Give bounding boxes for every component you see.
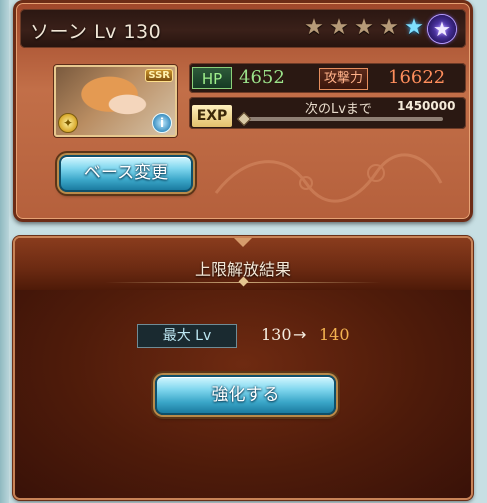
- enhance-button[interactable]: 強化する: [155, 375, 336, 415]
- header-ornament-icon: [233, 238, 253, 247]
- decorative-swirl: [214, 153, 443, 203]
- level-before: 130: [261, 325, 292, 344]
- info-icon[interactable]: i: [152, 113, 172, 133]
- exp-next-label: 次のLvまで: [305, 102, 372, 117]
- base-change-button[interactable]: ベース変更: [59, 155, 193, 192]
- character-card: ソーン Lv 130 ★ ★ ★ ★ ★ ★ SSR ✦ i HP 4652 攻…: [13, 0, 473, 222]
- exp-label: EXP: [192, 105, 232, 127]
- dialog-header: 上限解放結果: [15, 238, 471, 290]
- dialog-body: 最大 Lv 130 → 140 強化する: [15, 290, 471, 498]
- hp-value: 4652: [239, 67, 285, 88]
- level-after: 140: [319, 325, 350, 344]
- stat-panel: HP 4652 攻撃力 16622: [189, 63, 466, 93]
- exp-next-value: 1450000: [397, 99, 456, 113]
- purple-star-badge-icon: ★: [428, 15, 456, 43]
- attack-label: 攻撃力: [319, 68, 369, 90]
- star-icon: ★: [354, 15, 374, 40]
- attack-value: 16622: [388, 67, 446, 88]
- character-title-bar: ソーン Lv 130 ★ ★ ★ ★ ★ ★: [20, 9, 466, 48]
- character-name-level: ソーン Lv 130: [30, 21, 162, 43]
- uncap-stars: ★ ★ ★ ★ ★ ★: [303, 15, 456, 43]
- light-element-icon: ✦: [58, 113, 78, 133]
- left-edge-strip: [0, 0, 9, 503]
- right-arrow-icon: →: [293, 325, 307, 344]
- hp-label: HP: [192, 67, 232, 89]
- star-icon: ★: [304, 15, 324, 40]
- exp-progress-bar: [245, 117, 443, 121]
- blue-star-icon: ★: [404, 15, 424, 40]
- max-level-label: 最大 Lv: [137, 324, 237, 348]
- limit-break-result-dialog: 上限解放結果 最大 Lv 130 → 140 強化する: [13, 236, 473, 500]
- exp-panel: EXP 次のLvまで 1450000: [189, 97, 466, 129]
- character-portrait[interactable]: SSR ✦ i: [54, 65, 177, 137]
- star-icon: ★: [379, 15, 399, 40]
- exp-bar-knob-icon: [236, 111, 252, 127]
- ssr-rarity-badge: SSR: [145, 69, 173, 82]
- star-icon: ★: [329, 15, 349, 40]
